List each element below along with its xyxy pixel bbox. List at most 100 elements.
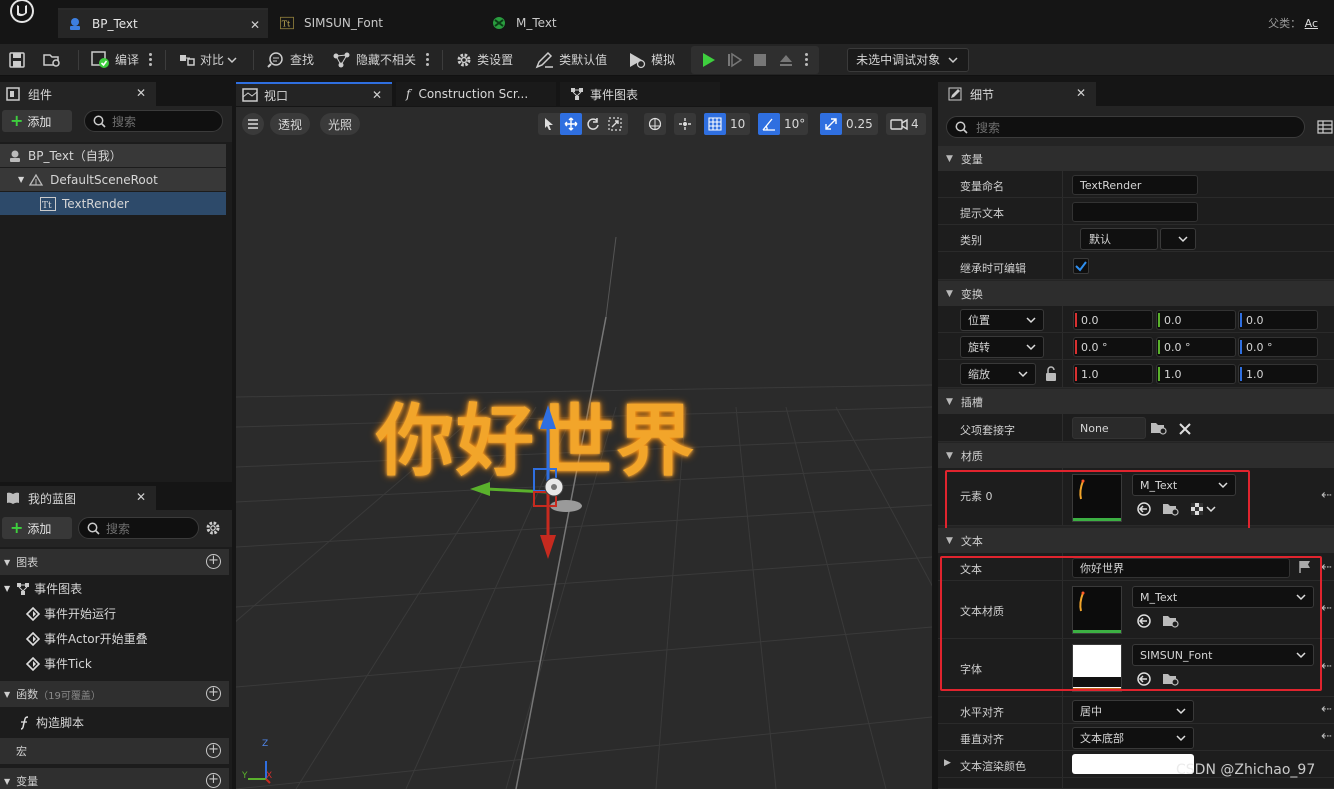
compile-options-button[interactable]: [145, 47, 155, 73]
location-y-field[interactable]: 0.0: [1156, 310, 1236, 330]
category-field[interactable]: 默认: [1080, 228, 1158, 250]
add-circle-icon[interactable]: +: [206, 686, 221, 701]
diff-button[interactable]: 对比: [172, 47, 247, 73]
save-button[interactable]: [0, 47, 36, 73]
row-divider: [1062, 198, 1063, 224]
my-blueprint-tab-label: 我的蓝图: [28, 491, 77, 506]
add-circle-icon[interactable]: +: [206, 554, 221, 569]
hide-options-button[interactable]: [422, 47, 432, 73]
location-z-field[interactable]: 0.0: [1238, 310, 1318, 330]
play-options-button[interactable]: [801, 47, 811, 73]
play-button[interactable]: [695, 48, 721, 72]
eject-button[interactable]: [773, 48, 799, 72]
clear-x-icon[interactable]: [1178, 422, 1192, 436]
rotation-y-field[interactable]: 0.0 °: [1156, 337, 1236, 357]
location-x-field[interactable]: 0.0: [1073, 310, 1153, 330]
tab-m-text[interactable]: M_Text: [482, 8, 682, 38]
step-button[interactable]: [721, 48, 747, 72]
section-functions[interactable]: ▼ 函数 （19可覆盖） +: [0, 681, 229, 707]
editable-checkbox[interactable]: [1073, 258, 1089, 274]
tree-item-bp-text[interactable]: BP_Text（自我）: [0, 144, 226, 167]
find-button[interactable]: 查找: [260, 47, 320, 73]
section-macros[interactable]: 宏 +: [0, 738, 229, 764]
tab-bp-text[interactable]: BP_Text ✕: [58, 8, 268, 38]
section-variable[interactable]: ▼ 变量: [938, 146, 1334, 171]
close-icon[interactable]: ✕: [136, 86, 146, 100]
transform-gizmo[interactable]: [236, 107, 932, 789]
hide-unrelated-button[interactable]: 隐藏不相关: [326, 47, 422, 73]
add-member-button[interactable]: + 添加: [2, 517, 72, 539]
tree-item-event-begin-play[interactable]: 事件开始运行: [26, 602, 116, 625]
components-search-input[interactable]: 搜索: [84, 110, 223, 132]
reset-arrow-icon[interactable]: ⇠: [1321, 659, 1332, 674]
browse-button[interactable]: [36, 47, 72, 73]
parent-class-link[interactable]: Ac: [1305, 17, 1318, 30]
section-materials[interactable]: ▼ 材质: [938, 443, 1334, 468]
tooltip-field[interactable]: [1072, 202, 1198, 222]
tree-item-construction-script[interactable]: 构造脚本: [16, 711, 84, 734]
details-tab[interactable]: 细节 ✕: [938, 82, 1096, 106]
section-graphs[interactable]: ▼ 图表 +: [0, 549, 229, 575]
expand-arrow-icon[interactable]: ▼: [18, 175, 24, 184]
rotation-x-field[interactable]: 0.0 °: [1073, 337, 1153, 357]
section-text[interactable]: ▼ 文本: [938, 528, 1334, 553]
tab-viewport[interactable]: 视口 ✕: [236, 82, 392, 106]
section-variables[interactable]: ▼ 变量 +: [0, 768, 229, 789]
watermark: CSDN @Zhichao_97: [1176, 762, 1316, 778]
expand-arrow-icon[interactable]: ▶: [944, 758, 951, 768]
reset-arrow-icon[interactable]: ⇠: [1321, 560, 1332, 575]
unlock-icon[interactable]: [1044, 366, 1058, 382]
add-circle-icon[interactable]: +: [206, 743, 221, 758]
tab-event-graph[interactable]: 事件图表: [560, 82, 720, 106]
add-circle-icon[interactable]: +: [206, 773, 221, 788]
unreal-logo-icon[interactable]: [2, 0, 40, 30]
location-mode-select[interactable]: 位置: [960, 309, 1044, 331]
reset-arrow-icon[interactable]: ⇠: [1321, 729, 1332, 744]
tab-construction-script[interactable]: f Construction Scr...: [396, 82, 556, 106]
variable-name-field[interactable]: TextRender: [1072, 175, 1198, 195]
scale-mode-select[interactable]: 缩放: [960, 363, 1036, 385]
tree-item-default-scene-root[interactable]: ▼ DefaultSceneRoot: [0, 168, 226, 191]
stop-button[interactable]: [747, 48, 773, 72]
step-icon: [728, 52, 743, 67]
close-icon[interactable]: ✕: [1076, 86, 1086, 100]
section-transform[interactable]: ▼ 变换: [938, 281, 1334, 306]
reset-arrow-icon[interactable]: ⇠: [1321, 488, 1332, 503]
browse-socket-icon[interactable]: [1150, 420, 1168, 436]
tree-item-event-actor-overlap[interactable]: 事件Actor开始重叠: [26, 627, 148, 650]
tree-item-text-render[interactable]: Tt TextRender: [0, 192, 226, 215]
components-tab[interactable]: 组件 ✕: [0, 82, 156, 106]
my-blueprint-tab[interactable]: 我的蓝图 ✕: [0, 486, 156, 510]
section-sockets[interactable]: ▼ 插槽: [938, 389, 1334, 414]
valign-select[interactable]: 文本底部: [1072, 727, 1194, 749]
category-dropdown-button[interactable]: [1160, 228, 1196, 250]
debug-object-select[interactable]: 未选中调试对象: [847, 47, 970, 72]
reset-arrow-icon[interactable]: ⇠: [1321, 601, 1332, 616]
class-settings-button[interactable]: 类设置: [449, 47, 519, 73]
class-defaults-button[interactable]: 类默认值: [529, 47, 613, 73]
search-icon: [93, 115, 106, 128]
scale-x-field[interactable]: 1.0: [1073, 364, 1153, 384]
compile-button[interactable]: 编译: [85, 47, 145, 73]
rotation-z-field[interactable]: 0.0 °: [1238, 337, 1318, 357]
close-icon[interactable]: ✕: [250, 18, 260, 32]
tree-item-event-graph[interactable]: ▼ 事件图表: [4, 577, 82, 600]
section-note: （19可覆盖）: [38, 690, 101, 702]
parent-socket-field[interactable]: None: [1072, 417, 1146, 439]
add-component-button[interactable]: + 添加: [2, 110, 72, 132]
rotation-mode-select[interactable]: 旋转: [960, 336, 1044, 358]
simulate-button[interactable]: 模拟: [621, 47, 681, 73]
scale-z-field[interactable]: 1.0: [1238, 364, 1318, 384]
property-matrix-icon[interactable]: [1317, 119, 1333, 135]
close-icon[interactable]: ✕: [136, 490, 146, 504]
tree-item-event-tick[interactable]: 事件Tick: [26, 652, 92, 675]
close-icon[interactable]: ✕: [372, 88, 382, 102]
gear-icon[interactable]: [205, 520, 221, 536]
reset-arrow-icon[interactable]: ⇠: [1321, 702, 1332, 717]
tab-simsun-font[interactable]: Tt SIMSUN_Font: [270, 8, 475, 38]
halign-select[interactable]: 居中: [1072, 700, 1194, 722]
viewport[interactable]: 透视 光照 10 10° 0.25 4 你好世界 Z Y X: [236, 107, 932, 789]
scale-y-field[interactable]: 1.0: [1156, 364, 1236, 384]
details-search-input[interactable]: 搜索: [946, 116, 1305, 138]
blueprint-search-input[interactable]: 搜索: [78, 517, 199, 539]
